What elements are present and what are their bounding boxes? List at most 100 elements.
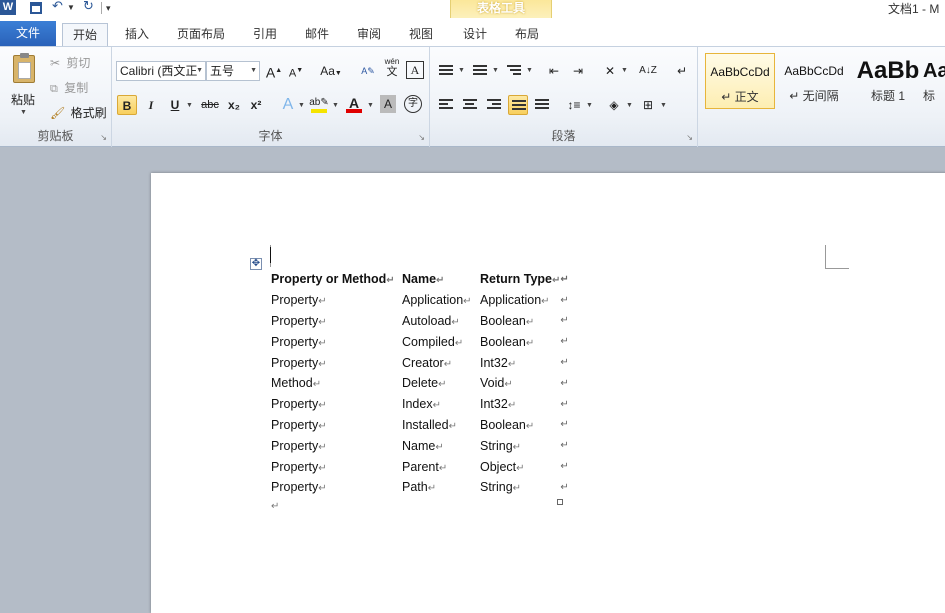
table-cell[interactable]: Boolean↵	[476, 331, 560, 352]
underline-dropdown-icon[interactable]: ▼	[186, 102, 193, 109]
character-border-button[interactable]: A	[406, 61, 424, 79]
line-spacing-dropdown-icon[interactable]: ▼	[586, 102, 593, 109]
table-cell[interactable]: Autoload↵	[398, 311, 476, 332]
font-size-select[interactable]: 五号 ▼	[206, 61, 260, 81]
enclose-characters-button[interactable]: 字	[404, 95, 422, 113]
sort-button[interactable]: A↓Z	[638, 61, 658, 81]
copy-button[interactable]: ⧉ 复制	[50, 79, 106, 97]
table-resize-handle[interactable]	[557, 499, 563, 505]
table-cell[interactable]: Property↵	[267, 331, 398, 352]
cut-button[interactable]: ✂ 剪切	[50, 54, 106, 72]
table-cell[interactable]: Property↵	[267, 456, 398, 477]
numbering-button[interactable]	[470, 61, 490, 81]
tab-file[interactable]: 文件	[0, 21, 56, 46]
grow-font-button[interactable]: A▲	[264, 61, 284, 81]
table-cell[interactable]: Boolean↵	[476, 415, 560, 436]
style-heading-2[interactable]: Aa 标	[923, 53, 945, 109]
subscript-button[interactable]: x₂	[224, 95, 244, 115]
align-right-button[interactable]	[484, 95, 504, 115]
table-cell[interactable]: Boolean↵	[476, 311, 560, 332]
bold-button[interactable]: B	[117, 95, 137, 115]
bullets-dropdown-icon[interactable]: ▼	[458, 67, 465, 74]
decrease-indent-button[interactable]: ⇤	[544, 61, 564, 81]
table-header-cell[interactable]: Name↵	[398, 269, 476, 290]
justify-button[interactable]	[508, 95, 528, 115]
chinese-layout-dropdown-icon[interactable]: ▼	[621, 67, 628, 74]
text-effects-button[interactable]: A	[278, 95, 298, 115]
table-cell[interactable]: Parent↵	[398, 456, 476, 477]
shading-dropdown-icon[interactable]: ▼	[626, 102, 633, 109]
table-header-cell[interactable]: Return Type↵	[476, 269, 560, 290]
clipboard-launcher-icon[interactable]: ↘	[100, 133, 107, 142]
increase-indent-button[interactable]: ⇥	[568, 61, 588, 81]
style-no-spacing[interactable]: AaBbCcDd ↵ 无间隔	[779, 53, 849, 109]
table-cell[interactable]: Compiled↵	[398, 331, 476, 352]
align-center-button[interactable]	[460, 95, 480, 115]
character-shading-button[interactable]: A	[380, 95, 396, 113]
repeat-icon[interactable]: ↻	[83, 0, 94, 13]
font-color-dropdown-icon[interactable]: ▼	[367, 102, 374, 109]
shrink-font-button[interactable]: A▼	[286, 61, 306, 81]
table-cell[interactable]: Installed↵	[398, 415, 476, 436]
table-cell[interactable]: Delete↵	[398, 373, 476, 394]
customize-toolbar-icon[interactable]: ▾	[106, 3, 111, 18]
distributed-button[interactable]	[532, 95, 552, 115]
table-cell[interactable]: Property↵	[267, 394, 398, 415]
table-cell[interactable]: Void↵	[476, 373, 560, 394]
word-app-icon[interactable]: W	[0, 0, 16, 15]
bullets-button[interactable]	[436, 61, 456, 81]
tab-page-layout[interactable]: 页面布局	[166, 23, 236, 46]
tab-review[interactable]: 审阅	[346, 23, 392, 46]
table-cell[interactable]: Application↵	[476, 290, 560, 311]
table-cell[interactable]: Application↵	[398, 290, 476, 311]
borders-dropdown-icon[interactable]: ▼	[660, 102, 667, 109]
italic-button[interactable]: I	[141, 95, 161, 115]
superscript-button[interactable]: x²	[246, 95, 266, 115]
change-case-button[interactable]: Aa▼	[318, 61, 344, 81]
table-cell[interactable]: Property↵	[267, 352, 398, 373]
style-normal[interactable]: AaBbCcDd ↵ 正文	[705, 53, 775, 109]
table-cell[interactable]: Property↵	[267, 477, 398, 498]
underline-button[interactable]: U	[165, 95, 185, 115]
table-cell[interactable]: Creator↵	[398, 352, 476, 373]
table-cell[interactable]: Object↵	[476, 456, 560, 477]
borders-button[interactable]: ⊞	[638, 95, 658, 115]
strikethrough-button[interactable]: abc	[200, 95, 220, 115]
tab-references[interactable]: 引用	[242, 23, 288, 46]
table-cell[interactable]: Property↵	[267, 435, 398, 456]
table-move-handle[interactable]: ✥	[250, 258, 262, 270]
format-painter-button[interactable]: 🖌 格式刷	[50, 104, 108, 122]
table-cell[interactable]: Int32↵	[476, 352, 560, 373]
tab-design[interactable]: 设计	[452, 23, 498, 46]
undo-icon[interactable]: ↶	[52, 0, 63, 13]
style-heading-1[interactable]: AaBb 标题 1	[853, 53, 923, 109]
table-cell[interactable]: Property↵	[267, 311, 398, 332]
align-left-button[interactable]	[436, 95, 456, 115]
tab-insert[interactable]: 插入	[114, 23, 160, 46]
document-table[interactable]: Property or Method↵ Name↵ Return Type↵ ↵…	[267, 269, 574, 498]
font-launcher-icon[interactable]: ↘	[418, 133, 425, 142]
numbering-dropdown-icon[interactable]: ▼	[492, 67, 499, 74]
clear-formatting-button[interactable]: A✎	[358, 61, 378, 81]
table-cell[interactable]: String↵	[476, 435, 560, 456]
highlight-button[interactable]: ab✎	[309, 93, 329, 113]
table-cell[interactable]: Index↵	[398, 394, 476, 415]
line-spacing-button[interactable]: ↕≡	[564, 95, 584, 115]
table-cell[interactable]: Path↵	[398, 477, 476, 498]
multilevel-list-button[interactable]	[504, 61, 524, 81]
tab-view[interactable]: 视图	[398, 23, 444, 46]
table-cell[interactable]: Property↵	[267, 290, 398, 311]
tab-home[interactable]: 开始	[62, 23, 108, 46]
multilevel-dropdown-icon[interactable]: ▼	[526, 67, 533, 74]
table-header-cell[interactable]: Property or Method↵	[267, 269, 398, 290]
table-cell[interactable]: Property↵	[267, 415, 398, 436]
font-color-button[interactable]: A	[344, 93, 364, 113]
highlight-dropdown-icon[interactable]: ▼	[332, 102, 339, 109]
document-page[interactable]: ✥ Property or Method↵ Name↵ Return Type↵…	[151, 173, 945, 613]
tab-mailings[interactable]: 邮件	[294, 23, 340, 46]
chinese-layout-button[interactable]: ✕	[600, 61, 620, 81]
table-cell[interactable]: Int32↵	[476, 394, 560, 415]
table-cell[interactable]: Name↵	[398, 435, 476, 456]
table-cell[interactable]: Method↵	[267, 373, 398, 394]
phonetic-guide-button[interactable]: wén 文	[382, 57, 402, 78]
